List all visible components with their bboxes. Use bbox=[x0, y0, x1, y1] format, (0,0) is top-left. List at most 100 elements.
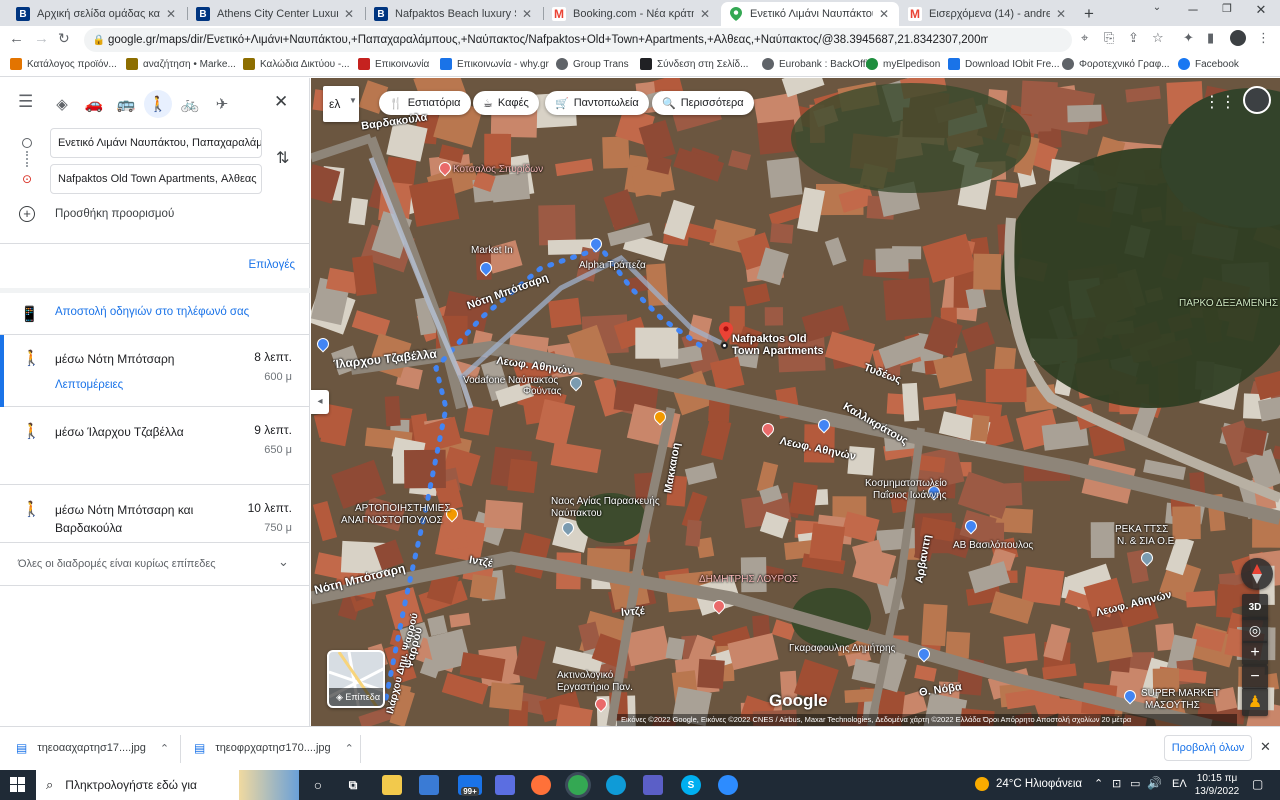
cycling-mode-icon[interactable]: 🚲 bbox=[176, 90, 204, 118]
chrome-menu-icon[interactable]: ⋮ bbox=[1257, 30, 1270, 46]
download-item[interactable]: ▤ τηεοφρχαρτησ170....jpg ⌃ bbox=[194, 741, 354, 755]
flight-mode-icon[interactable]: ✈ bbox=[208, 90, 236, 118]
back-arrow-icon[interactable]: ← bbox=[9, 30, 24, 47]
zoom-out-button[interactable]: − bbox=[1242, 665, 1268, 689]
volume-icon[interactable]: 🔊 bbox=[1147, 776, 1162, 790]
bookmark-item[interactable]: Facebook bbox=[1178, 58, 1239, 70]
url-omnibox[interactable]: 🔒 google.gr/maps/dir/Ενετικό+Λιμάνι+Ναυπ… bbox=[84, 28, 1072, 52]
expand-chevron-down-icon[interactable]: ⌄ bbox=[278, 554, 289, 570]
show-all-downloads-button[interactable]: Προβολή όλων bbox=[1164, 735, 1252, 761]
layers-toggle-button[interactable]: ◈ Επίπεδα bbox=[327, 650, 385, 708]
download-item[interactable]: ▤ τηεοααχαρτησ17....jpg ⌃ bbox=[16, 741, 169, 755]
weather-sun-icon[interactable] bbox=[975, 777, 989, 791]
tab-athens-suites[interactable]: B Athens City Center Luxury Suites ✕ bbox=[188, 2, 364, 26]
origin-input[interactable]: Ενετικό Λιμάνι Ναυπάκτου, Παπαχαραλάμπου… bbox=[50, 128, 262, 158]
new-tab-button[interactable]: + bbox=[1084, 4, 1094, 24]
tray-app-icon[interactable]: ⊡ bbox=[1112, 777, 1121, 790]
chip-more[interactable]: 🔍 Περισσότερα bbox=[652, 91, 754, 115]
bookmark-item[interactable]: Σύνδεση στη Σελίδ... bbox=[640, 58, 748, 70]
bookmark-item[interactable]: Επικοινωνία - why.gr bbox=[440, 58, 549, 70]
chevron-up-icon[interactable]: ⌃ bbox=[160, 742, 169, 755]
collapse-panel-chevron-icon[interactable]: ◂ bbox=[311, 390, 329, 414]
bookmark-item[interactable]: Download IObit Fre... bbox=[948, 58, 1059, 70]
bookmark-item[interactable]: Φοροτεχνικό Γραφ... bbox=[1062, 58, 1170, 70]
skype-icon[interactable]: S bbox=[681, 775, 701, 795]
satellite-map[interactable]: ελ ▼ 🍴 Εστιατόρια ☕ Καφές 🛒 Παντοπωλεία 🔍 Πε… bbox=[311, 78, 1280, 726]
close-tab-icon[interactable]: ✕ bbox=[1054, 7, 1068, 21]
zoom-in-button[interactable]: + bbox=[1242, 641, 1268, 665]
close-window-button[interactable]: ✕ bbox=[1246, 2, 1276, 18]
tab-google-maps[interactable]: Ενετικό Λιμάνι Ναυπάκτου προς ✕ bbox=[721, 2, 899, 26]
teams-icon[interactable] bbox=[643, 775, 663, 795]
tab-nafpaktos-beach[interactable]: B Nafpaktos Beach luxury Suites ✕ bbox=[366, 2, 542, 26]
bookmark-item[interactable]: myElpedison bbox=[866, 58, 940, 70]
clock-date[interactable]: 13/9/2022 bbox=[1193, 786, 1241, 797]
bookmark-star-icon[interactable]: ☆ bbox=[1152, 30, 1164, 46]
chrome-icon[interactable] bbox=[568, 775, 588, 795]
chip-groceries[interactable]: 🛒 Παντοπωλεία bbox=[545, 91, 649, 115]
close-tab-icon[interactable]: ✕ bbox=[520, 7, 534, 21]
route-details-link[interactable]: Λεπτομέρειες bbox=[55, 379, 123, 391]
apps-grid-icon[interactable]: ⋮⋮ bbox=[1204, 92, 1236, 112]
location-pin-icon[interactable]: ⌖ bbox=[1081, 30, 1088, 46]
edge-icon[interactable] bbox=[606, 775, 626, 795]
tab-search-icon[interactable]: ⌄ bbox=[1142, 2, 1172, 13]
file-explorer-icon[interactable] bbox=[382, 775, 402, 795]
network-icon[interactable]: ▭ bbox=[1130, 777, 1140, 790]
taskbar-search-box[interactable]: ⌕ Πληκτρολογήστε εδώ για bbox=[36, 770, 299, 800]
close-tab-icon[interactable]: ✕ bbox=[342, 7, 356, 21]
add-destination-button[interactable]: Προσθήκη προορισμού bbox=[55, 208, 174, 220]
best-route-mode-icon[interactable]: ◈ bbox=[48, 90, 76, 118]
transit-mode-icon[interactable]: 🚌 bbox=[112, 90, 140, 118]
account-avatar[interactable] bbox=[1243, 86, 1271, 114]
share-icon[interactable]: ⇪ bbox=[1128, 30, 1139, 46]
menu-hamburger-icon[interactable]: ☰ bbox=[18, 92, 33, 112]
notification-icon[interactable]: ▢ bbox=[1252, 777, 1263, 791]
weather-text[interactable]: 24°C Ηλιοφάνεια bbox=[996, 778, 1082, 790]
my-location-icon[interactable]: ◎ bbox=[1242, 617, 1268, 643]
tab-gmail-inbox[interactable]: M Εισερχόμενα (14) - andreaskal ✕ bbox=[900, 2, 1076, 26]
mail-icon[interactable]: 99+ bbox=[458, 775, 482, 796]
close-tab-icon[interactable]: ✕ bbox=[877, 7, 891, 21]
reload-icon[interactable]: ↻ bbox=[58, 30, 70, 47]
task-view-icon[interactable]: ⧉ bbox=[343, 775, 363, 795]
language-dropdown-icon[interactable]: ▼ bbox=[349, 96, 357, 105]
street-view-pegman-icon[interactable]: ♟ bbox=[1242, 688, 1268, 716]
bookmark-item[interactable]: Group Trans bbox=[556, 58, 629, 70]
bookmark-item[interactable]: Eurobank : BackOffi... bbox=[762, 58, 876, 70]
firefox-icon[interactable] bbox=[531, 775, 551, 795]
clock-time[interactable]: 10:15 πμ bbox=[1196, 773, 1238, 784]
swap-arrows-icon[interactable]: ⇅ bbox=[276, 148, 289, 168]
side-panel-icon[interactable]: ▮ bbox=[1207, 30, 1214, 46]
chip-coffee[interactable]: ☕ Καφές bbox=[473, 91, 539, 115]
zoom-icon[interactable] bbox=[718, 775, 738, 795]
restore-window-button[interactable]: ❐ bbox=[1212, 2, 1242, 15]
car-mode-icon[interactable]: 🚗 bbox=[80, 90, 108, 118]
cortana-circle-icon[interactable]: ○ bbox=[308, 775, 328, 795]
route-option-2[interactable]: 🚶 μέσω Ίλαρχου Τζαβέλλα 9 λεπτ. 650 μ bbox=[0, 408, 310, 485]
bookmark-item[interactable]: Κατάλογος προϊόν... bbox=[10, 58, 117, 70]
add-destination-icon[interactable]: + bbox=[19, 206, 35, 222]
route-option-1[interactable]: 🚶 μέσω Νότη Μπότσαρη 8 λεπτ. 600 μ Λεπτο… bbox=[0, 335, 310, 407]
app-icon[interactable] bbox=[495, 775, 515, 795]
store-icon[interactable] bbox=[419, 775, 439, 795]
close-tab-icon[interactable]: ✕ bbox=[164, 7, 178, 21]
compass-icon[interactable] bbox=[1241, 558, 1273, 590]
install-app-icon[interactable]: ⎘ bbox=[1104, 30, 1114, 46]
send-to-phone-link[interactable]: Αποστολή οδηγιών στο τηλέφωνό σας bbox=[55, 306, 249, 318]
tab-gmail-booking[interactable]: M Booking.com - Νέα κράτηση! (2) ✕ bbox=[544, 2, 720, 26]
chevron-up-icon[interactable]: ⌃ bbox=[345, 742, 354, 755]
minimize-window-button[interactable]: ─ bbox=[1178, 2, 1208, 17]
bookmark-item[interactable]: αναζήτηση • Marke... bbox=[126, 58, 236, 70]
destination-input[interactable]: Nafpaktos Old Town Apartments, Αλθεας bbox=[50, 164, 262, 194]
profile-avatar[interactable] bbox=[1230, 30, 1246, 46]
close-downloads-icon[interactable]: ✕ bbox=[1260, 739, 1271, 755]
forward-arrow-icon[interactable]: → bbox=[34, 30, 49, 47]
tray-chevron-up-icon[interactable]: ⌃ bbox=[1094, 777, 1103, 790]
bookmark-item[interactable]: Καλώδια Δικτύου -... bbox=[243, 58, 350, 70]
tab-booking-home[interactable]: B Αρχική σελίδα ομάδας καταλυμάτων ✕ bbox=[8, 2, 186, 26]
options-button[interactable]: Επιλογές bbox=[248, 259, 295, 271]
windows-start-icon[interactable] bbox=[10, 777, 25, 795]
extensions-puzzle-icon[interactable]: ✦ bbox=[1183, 30, 1194, 46]
route-option-3[interactable]: 🚶 μέσω Νότη Μπότσαρη και Βαρδακούλα 10 λ… bbox=[0, 486, 310, 543]
